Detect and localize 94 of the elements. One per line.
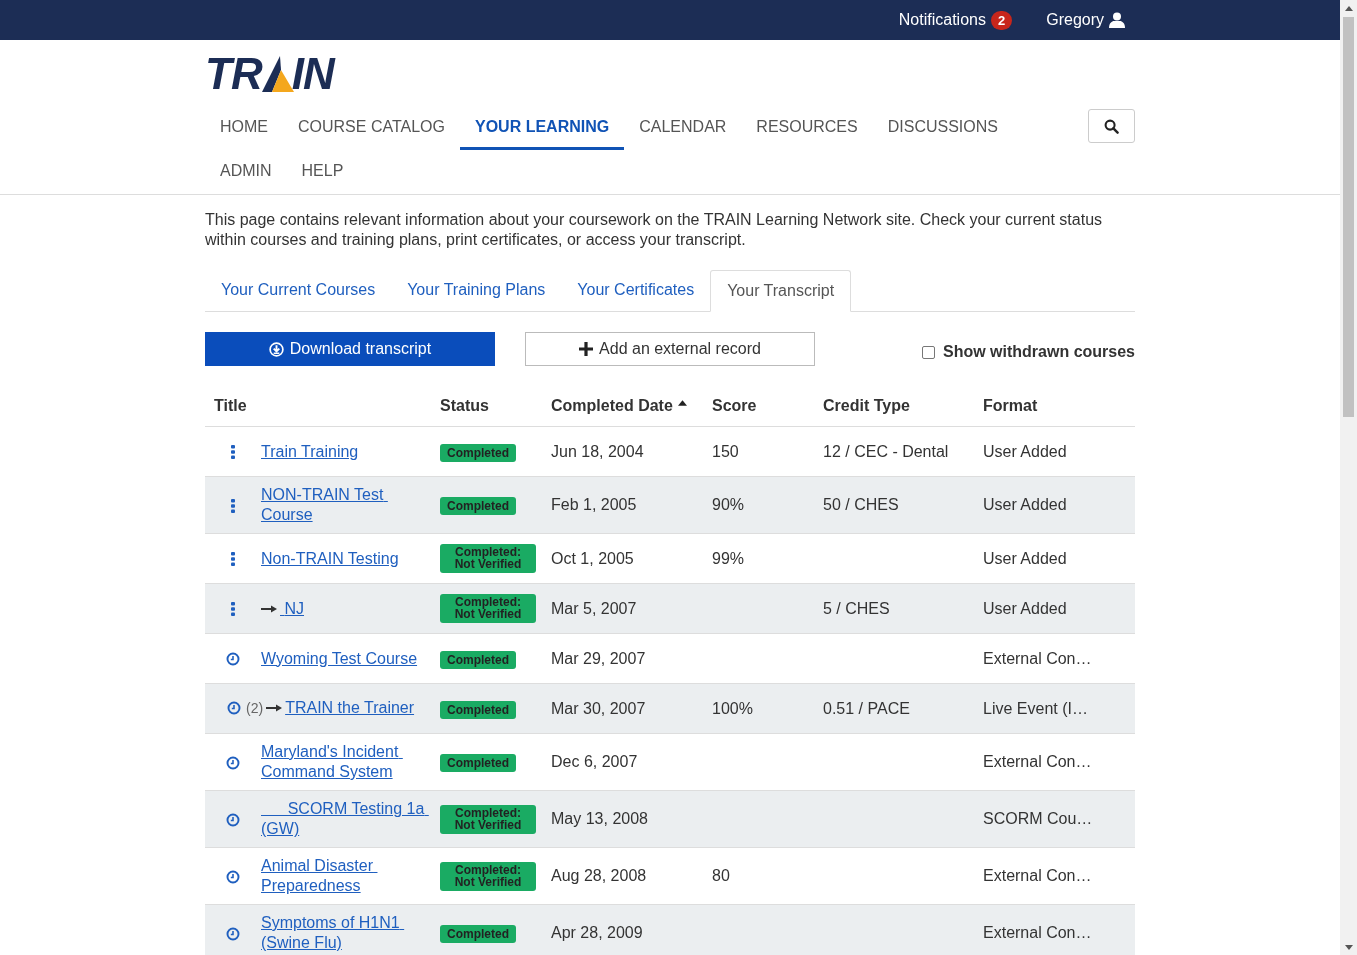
nav-link[interactable]: COURSE CATALOG xyxy=(283,106,460,150)
tab[interactable]: Your Training Plans xyxy=(391,270,562,311)
status-badge: Completed xyxy=(440,700,517,719)
status-badge: Completed xyxy=(440,925,517,943)
table-cell: External Con… xyxy=(983,649,1092,667)
table-cell: Mar 30, 2007 xyxy=(551,699,646,717)
clock-icon xyxy=(226,869,240,884)
course-link[interactable]: Maryland's Incident Command System xyxy=(261,742,430,782)
table-cell: Live Event (I… xyxy=(983,699,1088,717)
search-button[interactable] xyxy=(1088,109,1135,143)
table-cell: Dec 6, 2007 xyxy=(551,753,638,770)
table-cell: 5 / CHES xyxy=(823,599,890,617)
nav-link[interactable]: YOUR LEARNING xyxy=(460,106,625,150)
table-cell: Apr 28, 2009 xyxy=(551,924,643,941)
table-cell: Mar 29, 2007 xyxy=(551,649,646,667)
clock-icon xyxy=(227,700,241,715)
table-cell: User Added xyxy=(983,549,1067,567)
more-options-icon[interactable] xyxy=(231,552,235,567)
status-badge: Completed xyxy=(440,497,517,515)
status-badge: Completed: Not Verified xyxy=(440,594,536,623)
column-header[interactable]: Completed Date xyxy=(551,397,687,415)
column-header[interactable]: Title xyxy=(214,397,247,414)
nav-link[interactable]: CALENDAR xyxy=(624,106,742,150)
table-cell: 150 xyxy=(712,442,739,460)
course-link[interactable]: Wyoming Test Course xyxy=(261,648,418,669)
table-cell: External Con… xyxy=(983,753,1092,770)
clock-icon xyxy=(226,926,240,941)
scroll-up-icon[interactable] xyxy=(1344,6,1353,11)
plus-icon xyxy=(579,342,594,356)
download-icon xyxy=(268,341,284,357)
session-count: (2) xyxy=(246,698,264,718)
status-badge: Completed xyxy=(440,754,517,772)
add-record-button[interactable]: Add an external record xyxy=(525,332,815,366)
tab[interactable]: Your Transcript xyxy=(710,270,852,312)
table-cell: SCORM Cou… xyxy=(983,810,1093,827)
column-header[interactable]: Status xyxy=(440,397,489,415)
clock-icon xyxy=(226,652,240,667)
table-cell: 80 xyxy=(712,867,730,884)
more-options-icon[interactable] xyxy=(231,602,235,617)
course-link[interactable]: NJ xyxy=(280,599,304,619)
user-icon xyxy=(1109,12,1125,28)
download-button[interactable]: Download transcript xyxy=(205,332,495,366)
table-cell: May 13, 2008 xyxy=(551,810,648,827)
status-badge: Completed: Not Verified xyxy=(440,861,536,891)
nav-link[interactable]: HELP xyxy=(286,150,359,194)
nav-link[interactable]: HOME xyxy=(205,106,283,150)
clock-icon xyxy=(226,812,240,827)
notification-count: 2 xyxy=(990,10,1013,30)
table-cell: User Added xyxy=(983,496,1067,513)
scrollbar[interactable] xyxy=(1340,0,1357,955)
nav-link[interactable]: RESOURCES xyxy=(741,106,873,150)
notifications-link[interactable]: Notifications 2 xyxy=(898,10,1013,30)
table-cell: Jun 18, 2004 xyxy=(551,442,644,460)
table-cell: Aug 28, 2008 xyxy=(551,867,647,884)
tab[interactable]: Your Current Courses xyxy=(205,270,392,311)
scroll-thumb[interactable] xyxy=(1343,17,1354,417)
status-badge: Completed: Not Verified xyxy=(440,544,536,573)
table-cell: Oct 1, 2005 xyxy=(551,549,634,567)
table-cell: 99% xyxy=(712,549,745,567)
status-badge: Completed xyxy=(440,650,517,669)
table-cell: User Added xyxy=(983,599,1067,617)
more-options-icon[interactable] xyxy=(231,498,235,513)
course-link[interactable]: Train Training xyxy=(261,441,359,462)
status-badge: Completed xyxy=(440,443,517,462)
nav-link[interactable]: DISCUSSIONS xyxy=(872,106,1013,150)
table-cell: Feb 1, 2005 xyxy=(551,496,637,513)
table-cell: User Added xyxy=(983,442,1067,460)
table-cell: 0.51 / PACE xyxy=(823,699,910,717)
search-icon xyxy=(1104,118,1119,134)
table-cell: External Con… xyxy=(983,867,1092,884)
table-cell: 50 / CHES xyxy=(823,496,899,513)
clock-icon xyxy=(226,755,240,770)
column-header[interactable]: Credit Type xyxy=(823,397,910,415)
column-header[interactable]: Format xyxy=(983,397,1038,415)
course-link[interactable]: Animal Disaster Preparedness xyxy=(261,856,430,896)
column-header[interactable]: Score xyxy=(712,397,757,415)
more-options-icon[interactable] xyxy=(231,445,235,460)
status-badge: Completed: Not Verified xyxy=(440,804,536,834)
checkbox[interactable] xyxy=(921,345,935,359)
table-cell: Mar 5, 2007 xyxy=(551,599,637,617)
user-menu[interactable]: Gregory xyxy=(1046,11,1125,29)
logo-text: TR xyxy=(205,56,262,92)
nav-link[interactable]: ADMIN xyxy=(205,150,287,194)
table-cell: 12 / CEC - Dental xyxy=(823,442,949,460)
course-link[interactable]: Non-TRAIN Testing xyxy=(261,548,399,569)
table-cell: 90% xyxy=(712,496,745,513)
checkbox-label: Show withdrawn courses xyxy=(942,343,1135,361)
tab[interactable]: Your Certificates xyxy=(561,270,711,311)
table-cell: 100% xyxy=(712,699,753,717)
intro-text: This page contains relevant information about your coursework on the TRAIN Learning Network site. Check your current status within courses and training plans, print certificates, or access your transcript. xyxy=(205,210,1104,250)
table-cell: External Con… xyxy=(983,924,1092,941)
scroll-down-icon[interactable] xyxy=(1344,945,1353,950)
logo-text: IN xyxy=(291,56,334,92)
sort-icon xyxy=(677,400,687,406)
